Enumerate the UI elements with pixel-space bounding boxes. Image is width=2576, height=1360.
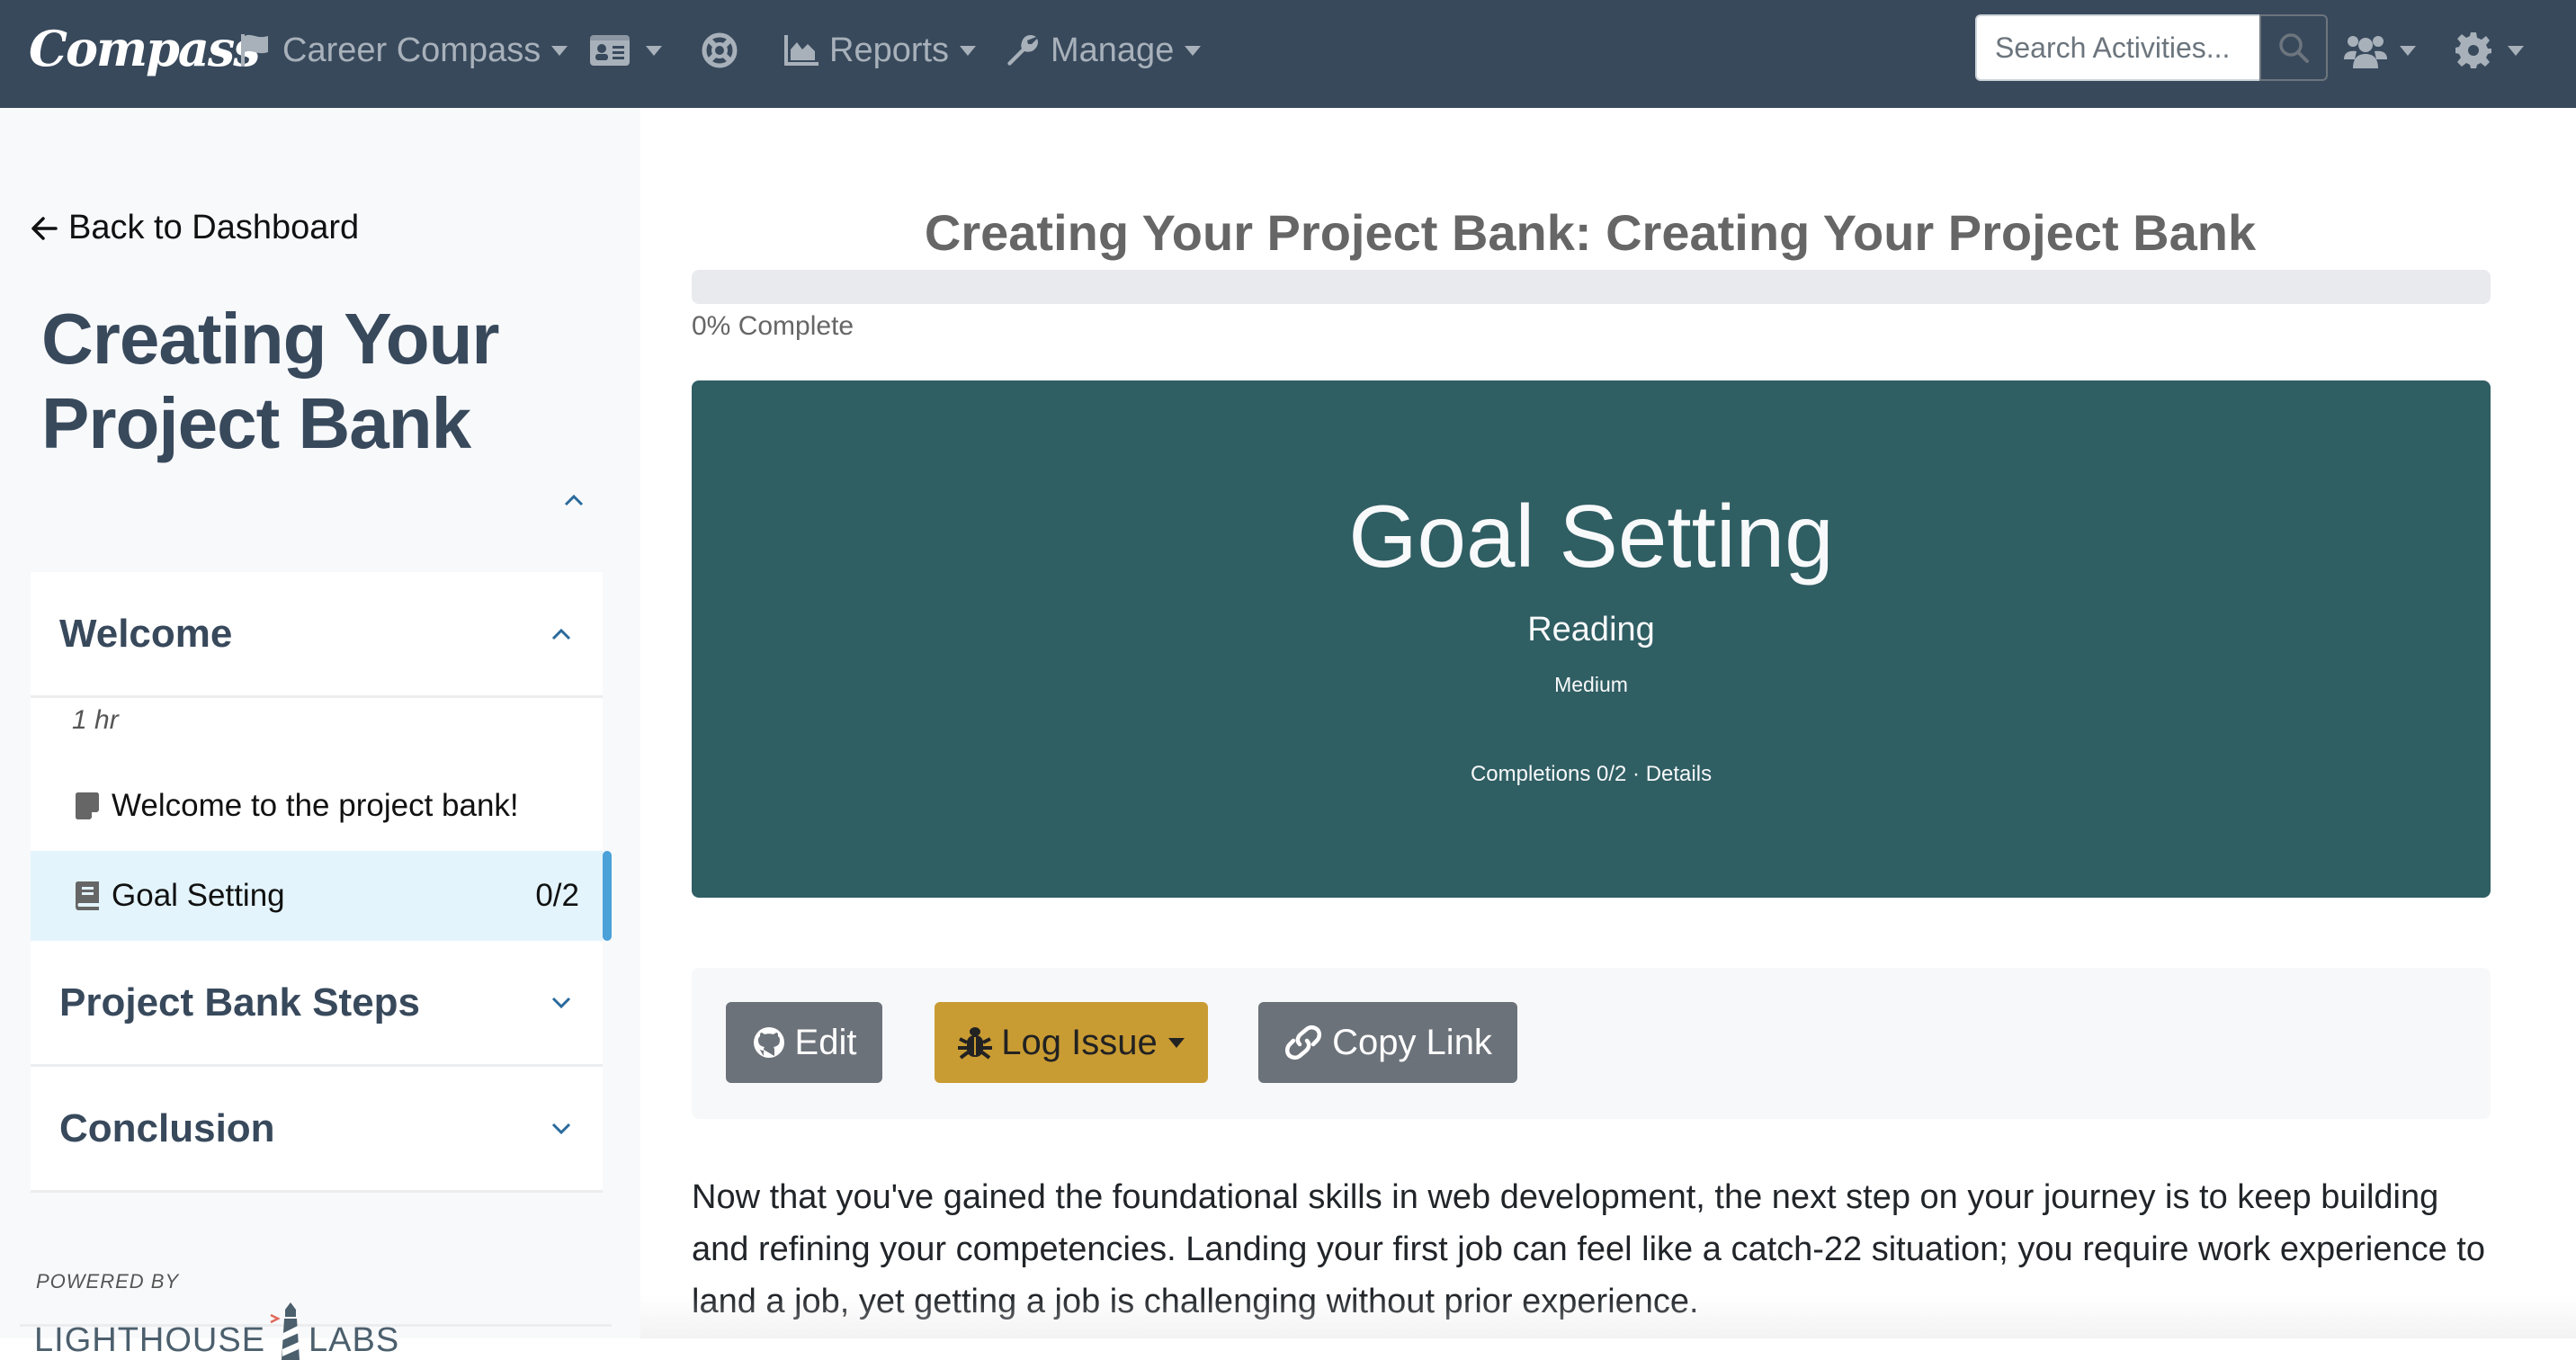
activity-goal-setting[interactable]: Goal Setting 0/2 — [31, 851, 612, 941]
edit-button[interactable]: Edit — [726, 1002, 882, 1083]
users-icon — [2344, 36, 2387, 68]
activity-hero: Goal Setting Reading Medium Completions … — [692, 380, 2491, 898]
life-ring-icon — [702, 32, 738, 68]
back-to-dashboard-label: Back to Dashboard — [68, 209, 360, 246]
nav-users-menu[interactable] — [2344, 27, 2416, 74]
partner-logo-left: LIGHTHOUSE — [34, 1321, 266, 1359]
activity-welcome[interactable]: Welcome to the project bank! — [31, 761, 603, 851]
top-navbar: Compass Career Compass Reports Manage — [0, 0, 2576, 108]
bug-icon — [958, 1027, 993, 1060]
brand-logo[interactable]: Compass — [29, 20, 261, 77]
nav-help[interactable] — [702, 27, 738, 74]
partner-logo: LIGHTHOUSE LABS — [34, 1302, 399, 1360]
completions-count: Completions 0/2 — [1470, 762, 1627, 786]
edit-button-label: Edit — [794, 1022, 857, 1062]
chevron-down-icon — [1185, 45, 1202, 56]
chevron-down-icon — [2400, 45, 2416, 56]
nav-career-compass[interactable]: Career Compass — [239, 27, 568, 74]
copy-link-label: Copy Link — [1332, 1022, 1492, 1062]
lighthouse-icon — [270, 1302, 300, 1360]
search-button[interactable] — [2259, 14, 2328, 81]
activity-completions: Completions 0/2 · Details — [692, 762, 2491, 787]
chevron-down-icon — [960, 45, 977, 56]
section-project-bank-steps-header[interactable]: Project Bank Steps — [31, 941, 603, 1067]
activity-label: Goal Setting — [112, 878, 285, 913]
nav-manage-label: Manage — [1051, 31, 1175, 69]
sidebar: Back to Dashboard Creating Your Project … — [0, 108, 640, 1338]
section-duration: 1 hr — [72, 705, 119, 735]
activity-completion-count: 0/2 — [535, 878, 579, 913]
log-issue-button[interactable]: Log Issue — [935, 1002, 1208, 1083]
chart-area-icon — [784, 35, 818, 66]
search-form — [1975, 14, 2328, 81]
chevron-up-icon — [564, 494, 584, 506]
activity-label: Welcome to the project bank! — [112, 788, 519, 823]
log-issue-label: Log Issue — [1001, 1022, 1158, 1062]
chevron-up-icon — [551, 628, 571, 640]
nav-reports[interactable]: Reports — [784, 27, 977, 74]
progress-bar — [692, 270, 2491, 304]
course-sections: Welcome 1 hr Welcome to the project bank… — [31, 572, 612, 1193]
wrench-icon — [1007, 35, 1038, 66]
activity-title: Goal Setting — [1348, 487, 1834, 586]
chevron-down-icon — [1167, 1037, 1185, 1048]
chevron-down-icon — [551, 45, 568, 56]
search-input[interactable] — [1975, 14, 2259, 81]
section-conclusion-header[interactable]: Conclusion — [31, 1067, 603, 1193]
section-welcome-body: 1 hr Welcome to the project bank! Goal S… — [31, 698, 612, 941]
partner-logo-right: LABS — [309, 1321, 400, 1359]
section-title: Project Bank Steps — [59, 980, 421, 1024]
section-title: Welcome — [59, 611, 233, 656]
nav-career-compass-label: Career Compass — [282, 31, 541, 69]
progress-label: 0% Complete — [692, 311, 854, 341]
search-icon — [2279, 33, 2309, 63]
chevron-down-icon — [551, 1123, 571, 1134]
id-card-icon — [590, 35, 630, 66]
sticky-note-icon — [76, 792, 99, 819]
section-welcome-header[interactable]: Welcome — [31, 572, 603, 698]
course-title: Creating Your Project Bank — [41, 299, 500, 463]
chevron-down-icon — [2508, 45, 2524, 56]
nav-manage[interactable]: Manage — [1006, 27, 1202, 74]
flag-icon — [241, 34, 268, 67]
link-icon — [1285, 1024, 1322, 1060]
collapse-all-button[interactable] — [563, 493, 585, 512]
nav-settings-menu[interactable] — [2455, 27, 2524, 74]
github-icon — [753, 1027, 784, 1058]
arrow-left-icon — [31, 216, 58, 240]
nav-reports-label: Reports — [829, 31, 950, 69]
activity-toolbar: Edit Log Issue Copy Link — [692, 968, 2491, 1119]
details-link[interactable]: Details — [1646, 762, 1712, 786]
nav-id-card-menu[interactable] — [590, 27, 662, 74]
book-icon — [76, 881, 99, 910]
activity-difficulty: Medium — [1554, 673, 1628, 696]
completions-separator: · — [1626, 762, 1646, 786]
activity-type: Reading — [1527, 611, 1655, 649]
gear-icon — [2455, 32, 2491, 68]
copy-link-button[interactable]: Copy Link — [1258, 1002, 1517, 1083]
chevron-down-icon — [646, 45, 662, 56]
section-title: Conclusion — [59, 1105, 275, 1150]
back-to-dashboard-link[interactable]: Back to Dashboard — [31, 209, 359, 247]
activity-body-paragraph: Now that you've gained the foundational … — [692, 1178, 2485, 1320]
page-title: Creating Your Project Bank: Creating You… — [924, 204, 2257, 261]
chevron-down-icon — [551, 997, 571, 1008]
powered-by-label: POWERED BY — [36, 1270, 180, 1293]
